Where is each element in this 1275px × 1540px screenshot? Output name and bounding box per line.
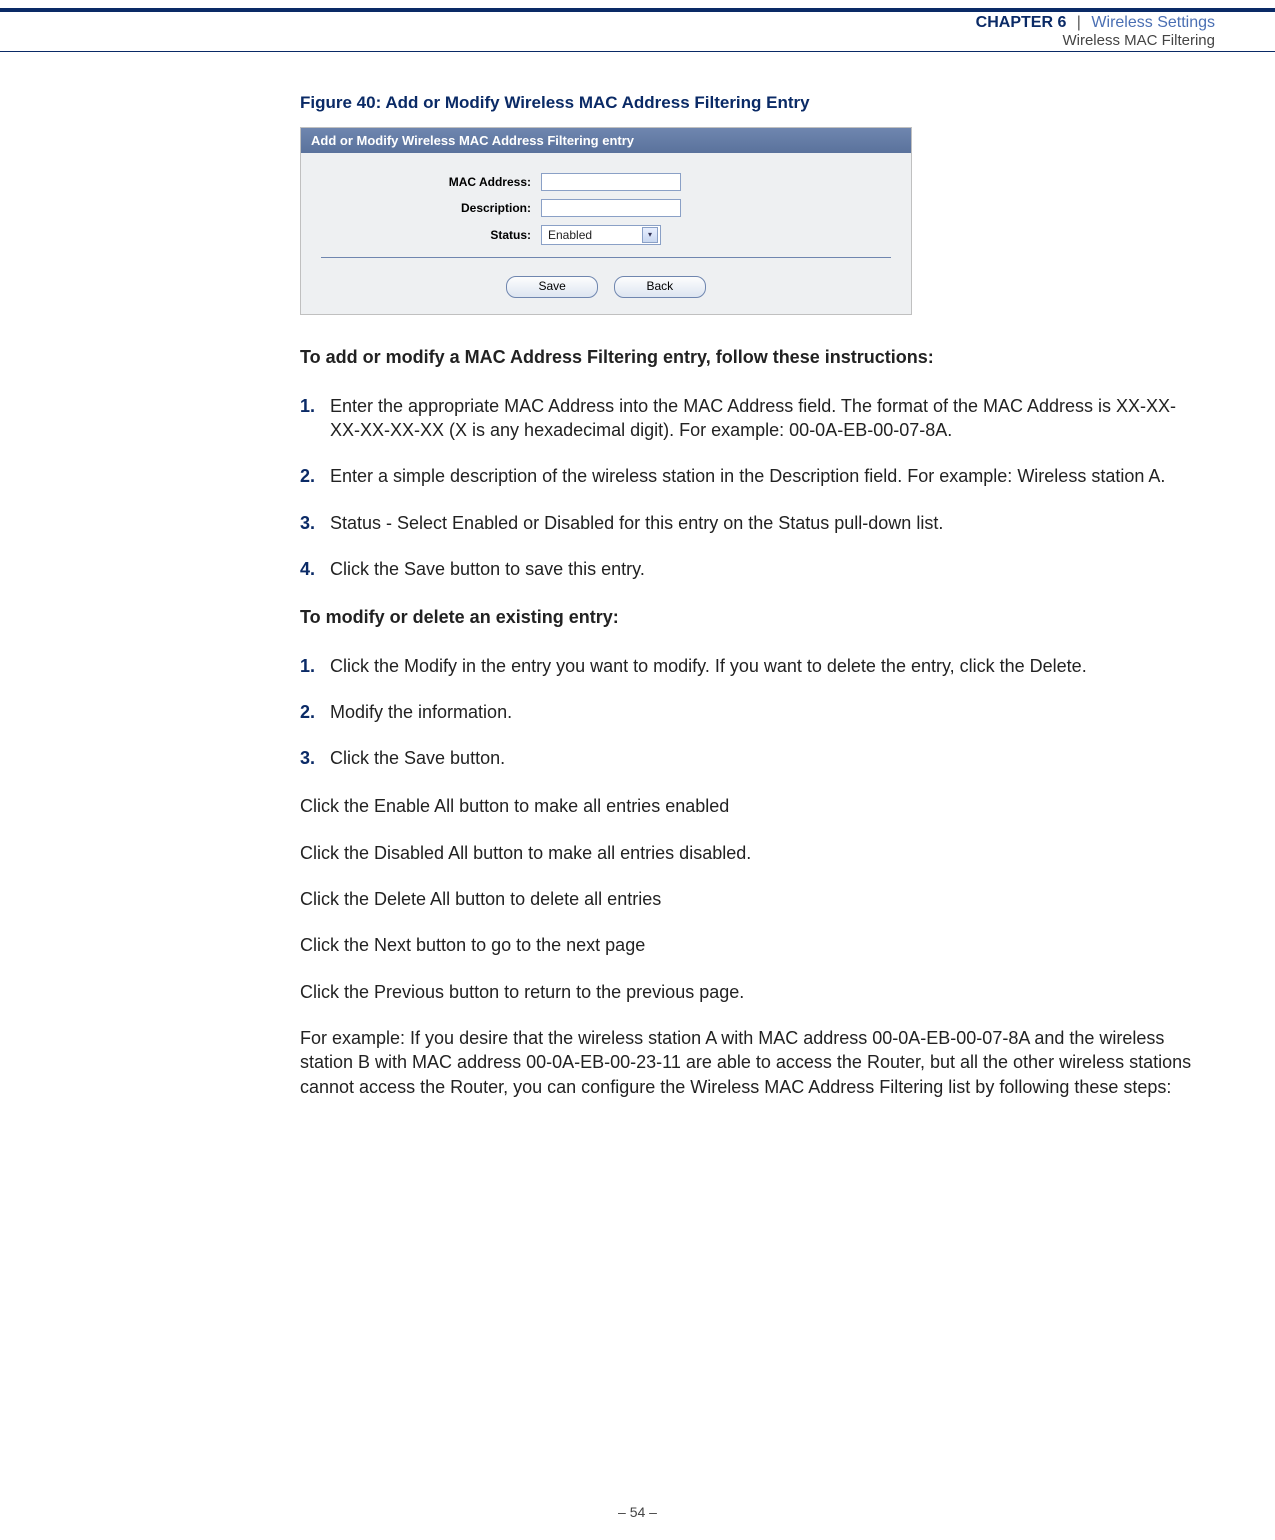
list-item: 2. Modify the information. [300, 700, 1205, 724]
list-number: 3. [300, 511, 330, 535]
instructions-title-1: To add or modify a MAC Address Filtering… [300, 345, 1205, 369]
list-number: 3. [300, 746, 330, 770]
header-subsection: Wireless MAC Filtering [0, 32, 1275, 49]
dialog-divider [321, 257, 891, 258]
mac-address-label: MAC Address: [321, 174, 541, 190]
top-rule [0, 8, 1275, 12]
list-text: Status - Select Enabled or Disabled for … [330, 511, 1205, 535]
thin-rule [0, 51, 1275, 52]
ordered-list-1: 1. Enter the appropriate MAC Address int… [300, 394, 1205, 581]
list-number: 1. [300, 654, 330, 678]
header-line: CHAPTER 6 | Wireless Settings [0, 14, 1275, 32]
chapter-number: CHAPTER 6 [976, 14, 1067, 31]
mac-address-input[interactable] [541, 173, 681, 191]
paragraph: Click the Previous button to return to t… [300, 980, 1205, 1004]
list-number: 4. [300, 557, 330, 581]
list-text: Modify the information. [330, 700, 1205, 724]
figure-caption: Figure 40: Add or Modify Wireless MAC Ad… [300, 92, 1205, 115]
paragraph: For example: If you desire that the wire… [300, 1026, 1205, 1099]
list-item: 1. Enter the appropriate MAC Address int… [300, 394, 1205, 443]
list-number: 2. [300, 464, 330, 488]
list-item: 2. Enter a simple description of the wir… [300, 464, 1205, 488]
status-select-value: Enabled [548, 227, 592, 243]
list-item: 4. Click the Save button to save this en… [300, 557, 1205, 581]
ordered-list-2: 1. Click the Modify in the entry you wan… [300, 654, 1205, 771]
paragraph: Click the Disabled All button to make al… [300, 841, 1205, 865]
status-select[interactable]: Enabled ▾ [541, 225, 661, 245]
page-number: – 54 – [0, 1504, 1275, 1520]
header-separator: | [1071, 14, 1087, 31]
list-text: Enter the appropriate MAC Address into t… [330, 394, 1205, 443]
dialog-titlebar: Add or Modify Wireless MAC Address Filte… [301, 128, 911, 154]
list-text: Click the Save button to save this entry… [330, 557, 1205, 581]
back-button[interactable]: Back [614, 276, 706, 298]
list-number: 1. [300, 394, 330, 443]
paragraph: Click the Delete All button to delete al… [300, 887, 1205, 911]
chevron-down-icon: ▾ [642, 227, 658, 243]
status-label: Status: [321, 227, 541, 243]
paragraph: Click the Next button to go to the next … [300, 933, 1205, 957]
figure-screenshot: Add or Modify Wireless MAC Address Filte… [300, 127, 912, 316]
list-text: Enter a simple description of the wirele… [330, 464, 1205, 488]
save-button[interactable]: Save [506, 276, 598, 298]
list-item: 3. Status - Select Enabled or Disabled f… [300, 511, 1205, 535]
instructions-title-2: To modify or delete an existing entry: [300, 605, 1205, 629]
header-section: Wireless Settings [1091, 14, 1215, 31]
list-text: Click the Save button. [330, 746, 1205, 770]
paragraph: Click the Enable All button to make all … [300, 794, 1205, 818]
list-text: Click the Modify in the entry you want t… [330, 654, 1205, 678]
list-number: 2. [300, 700, 330, 724]
list-item: 1. Click the Modify in the entry you wan… [300, 654, 1205, 678]
description-input[interactable] [541, 199, 681, 217]
list-item: 3. Click the Save button. [300, 746, 1205, 770]
description-label: Description: [321, 200, 541, 216]
